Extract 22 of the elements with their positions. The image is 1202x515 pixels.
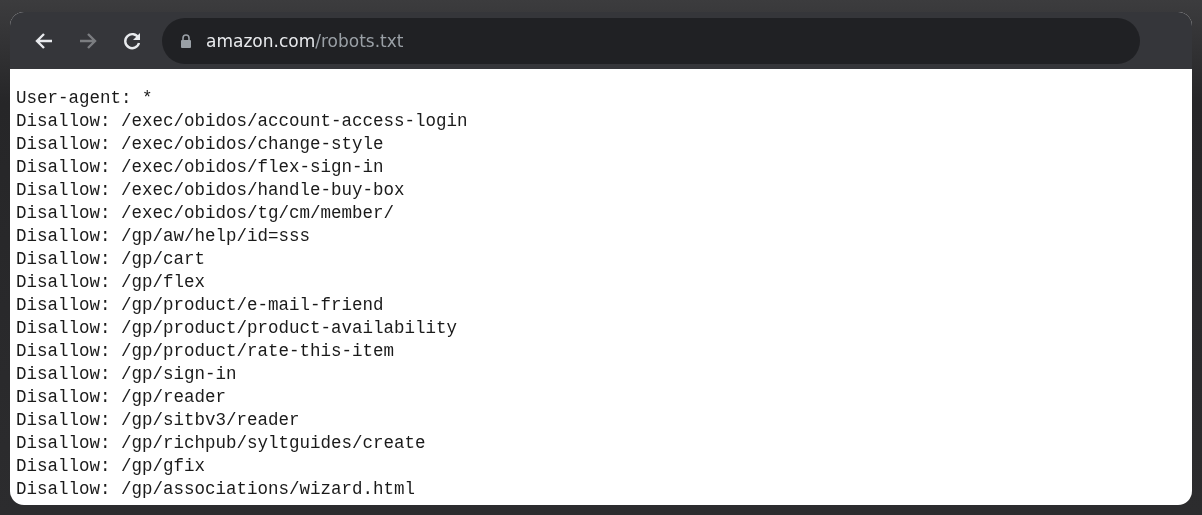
text-line: Disallow: /gp/richpub/syltguides/create [16, 432, 426, 455]
text-line: Disallow: /exec/obidos/tg/cm/member/ [16, 202, 395, 225]
text-line: Disallow: /gp/sitbv3/reader [16, 409, 300, 432]
text-line: Disallow: /gp/aw/help/id=sss [16, 225, 311, 248]
text-line: Disallow: /gp/reader [16, 386, 227, 409]
text-line: Disallow: /exec/obidos/handle-buy-box [16, 179, 405, 202]
text-line: Disallow: /gp/flex [16, 271, 206, 294]
text-line: Disallow: /gp/gfix [16, 455, 206, 478]
text-line: Disallow: /exec/obidos/change-style [16, 133, 384, 156]
text-line: Disallow: /gp/associations/wizard.html [16, 478, 416, 501]
address-bar[interactable]: amazon.com/robots.txt [162, 17, 1140, 64]
text-line: Disallow: /gp/product/e-mail-friend [16, 294, 384, 317]
text-line: Disallow: /exec/obidos/account-access-login [16, 110, 468, 133]
url-host: amazon.com [206, 30, 316, 51]
text-line: Disallow: /gp/product/rate-this-item [16, 340, 395, 363]
lock-icon [180, 33, 192, 48]
text-line: User-agent: * [16, 87, 153, 110]
text-line: Disallow: /exec/obidos/flex-sign-in [16, 156, 384, 179]
url-path: /robots.txt [315, 30, 404, 51]
text-line: Disallow: /gp/product/product-availability [16, 317, 458, 340]
text-line: Disallow: /gp/sign-in [16, 363, 237, 386]
text-line: Disallow: /gp/cart [16, 248, 206, 271]
